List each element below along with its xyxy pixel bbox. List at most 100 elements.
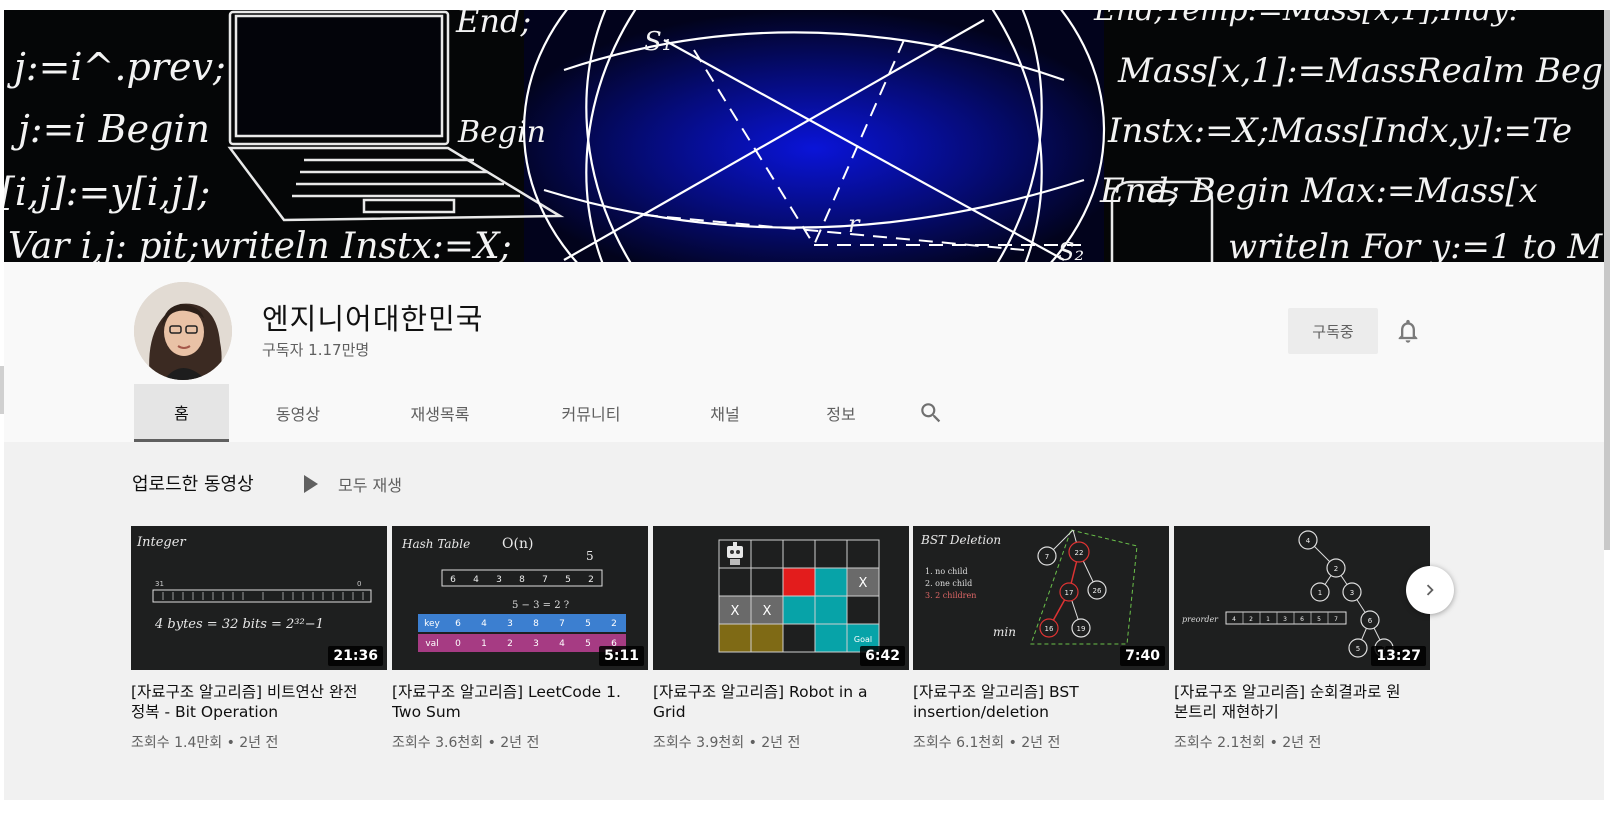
video-title[interactable]: [자료구조 알고리즘] 순회결과로 원본트리 재현하기 (1174, 682, 1414, 722)
banner-code-line: Instx:=X;Mass[Indx,y]:=Te (1107, 111, 1572, 151)
array-cell: 8 (533, 619, 539, 629)
play-all-label: 모두 재생 (338, 476, 402, 495)
chevron-right-icon (1426, 584, 1434, 596)
video-meta: 조회수 3.9천회 • 2년 전 (653, 735, 801, 751)
channel-header: 엔지니어대한민국 구독자 1.17만명 구독중 홈 동영상 재생목록 커뮤니티 … (4, 262, 1604, 442)
banner-label: S₁ (644, 27, 672, 57)
video-card[interactable]: X X X Goal 6:42 [자료구조 알고리즘] Robot in a G… (653, 526, 909, 752)
array-cell: 1 (1266, 616, 1270, 623)
tree-node: 22 (1075, 549, 1084, 557)
array-cell: 7 (1334, 616, 1338, 623)
tree-node: 1 (1318, 589, 1322, 597)
video-duration: 7:40 (1120, 646, 1165, 666)
array-cell: 4 (559, 639, 565, 649)
banner-code-line: [i,j]:=y[i,j]; (4, 170, 210, 214)
shelf-title[interactable]: 업로드한 동영상 (132, 470, 254, 496)
video-title[interactable]: [자료구조 알고리즘] 비트연산 완전정복 - Bit Operation (131, 682, 371, 722)
video-thumbnail[interactable]: Hash Table O(n) 5 6 4 3 8 7 5 2 5 − 3 = … (392, 526, 648, 670)
banner-code-line: writeln For y:=1 to M (1228, 227, 1603, 262)
array-cell: 6 (1300, 616, 1304, 623)
video-duration: 5:11 (599, 646, 644, 666)
video-title[interactable]: [자료구조 알고리즘] LeetCode 1. Two Sum (392, 682, 632, 722)
thumb-label: Hash Table (401, 537, 470, 551)
channel-banner: j:=i^.prev; j:=i Begin [i,j]:=y[i,j]; Va… (4, 10, 1604, 262)
array-cell: 6 (450, 575, 456, 585)
video-card[interactable]: Integer 31 0 4 bytes = 32 bits = 2³²−1 2… (131, 526, 387, 752)
banner-art: j:=i^.prev; j:=i Begin [i,j]:=y[i,j]; Va… (4, 10, 1603, 262)
grid-cell-blocked: X (763, 604, 772, 619)
video-card[interactable]: BST Deletion 1. no child 2. one child 3.… (913, 526, 1169, 752)
array-cell: 6 (455, 619, 461, 629)
page-scrollbar[interactable] (1604, 10, 1610, 550)
array-cell: 0 (455, 639, 461, 649)
tree-node: 4 (1306, 537, 1311, 545)
thumb-label: BST Deletion (920, 533, 1001, 547)
array-cell: 5 (585, 619, 591, 629)
banner-code-line: j:=i^.prev; (7, 45, 226, 89)
banner-label: S₂ (1058, 238, 1084, 262)
thumb-label: 31 (155, 580, 164, 588)
banner-label: r (848, 210, 861, 238)
tab-videos[interactable]: 동영상 (229, 384, 367, 442)
video-title[interactable]: [자료구조 알고리즘] BST insertion/deletion (913, 682, 1153, 722)
tab-playlists[interactable]: 재생목록 (367, 384, 513, 442)
video-meta: 조회수 1.4만회 • 2년 전 (131, 735, 279, 751)
thumb-label: 1. no child (925, 567, 968, 576)
tree-node: 3 (1350, 589, 1354, 597)
video-meta: 조회수 3.6천회 • 2년 전 (392, 735, 540, 751)
grid-cell-blocked: X (859, 576, 868, 591)
tab-channels[interactable]: 채널 (669, 384, 781, 442)
grid-goal-label: Goal (854, 635, 872, 644)
video-thumbnail[interactable]: BST Deletion 1. no child 2. one child 3.… (913, 526, 1169, 670)
array-cell: 7 (559, 619, 565, 629)
video-duration: 6:42 (860, 646, 905, 666)
video-thumbnail[interactable]: 4 2 1 3 6 5 7 preorder 4 2 1 3 (1174, 526, 1430, 670)
banner-code-line: Begin (457, 115, 546, 150)
channel-avatar[interactable] (134, 282, 232, 380)
tab-home[interactable]: 홈 (134, 384, 229, 442)
array-cell: 3 (496, 575, 502, 585)
play-all-button[interactable]: 모두 재생 (304, 472, 402, 496)
home-content: 업로드한 동영상 모두 재생 Integer 31 0 4 bytes = 32… (4, 442, 1604, 800)
thumb-label: 0 (357, 580, 361, 588)
tree-node: 6 (1368, 617, 1373, 625)
thumb-label: preorder (1182, 615, 1219, 624)
video-meta: 조회수 6.1천회 • 2년 전 (913, 735, 1061, 751)
thumb-label: 5 − 3 = 2 ? (512, 600, 569, 611)
array-cell: 2 (1249, 616, 1253, 623)
array-cell: 1 (481, 639, 487, 649)
video-title[interactable]: [자료구조 알고리즘] Robot in a Grid (653, 682, 893, 722)
search-icon[interactable] (901, 384, 961, 442)
channel-name: 엔지니어대한민국 (262, 302, 484, 336)
video-card[interactable]: Hash Table O(n) 5 6 4 3 8 7 5 2 5 − 3 = … (392, 526, 648, 752)
tree-node: 5 (1356, 645, 1360, 653)
tree-node: 17 (1065, 589, 1074, 597)
notification-bell-icon[interactable] (1394, 317, 1422, 345)
video-meta: 조회수 2.1천회 • 2년 전 (1174, 735, 1322, 751)
subscribed-button[interactable]: 구독중 (1288, 308, 1378, 354)
video-thumbnail[interactable]: Integer 31 0 4 bytes = 32 bits = 2³²−1 2… (131, 526, 387, 670)
grid-cell-blocked: X (731, 604, 740, 619)
banner-code-line: End;Temp:=Mass[x,1];Indy: (1093, 10, 1519, 28)
array-cell: 3 (533, 639, 539, 649)
array-cell: 3 (1283, 616, 1287, 623)
array-cell: key (424, 619, 440, 629)
tree-node: 26 (1093, 587, 1102, 595)
video-thumbnail[interactable]: X X X Goal 6:42 (653, 526, 909, 670)
array-cell: 2 (507, 639, 513, 649)
array-cell: 4 (1232, 616, 1236, 623)
thumb-label: Integer (136, 535, 186, 550)
array-cell: 8 (519, 575, 525, 585)
next-arrow-button[interactable] (1406, 566, 1454, 614)
subscriber-count: 구독자 1.17만명 (262, 341, 370, 359)
thumb-label: O(n) (502, 536, 533, 552)
array-cell: 3 (507, 619, 513, 629)
banner-code-line: Mass[x,1]:=MassRealm Beg (1117, 51, 1603, 91)
tab-about[interactable]: 정보 (781, 384, 901, 442)
array-cell: 2 (611, 619, 617, 629)
array-cell: 5 (565, 575, 571, 585)
play-icon (304, 475, 318, 493)
array-cell: 4 (473, 575, 479, 585)
tab-community[interactable]: 커뮤니티 (513, 384, 669, 442)
video-card[interactable]: 4 2 1 3 6 5 7 preorder 4 2 1 3 (1174, 526, 1430, 752)
